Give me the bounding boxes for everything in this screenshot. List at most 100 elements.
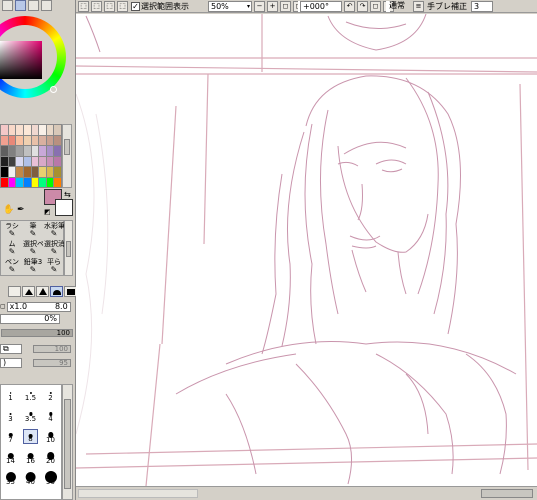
color-swatch[interactable] (54, 167, 61, 177)
color-swatch[interactable] (46, 135, 54, 145)
background-color[interactable] (55, 199, 73, 216)
color-swatch[interactable] (8, 146, 16, 156)
show-selection-toggle[interactable]: ✓ 選択範囲表示 (131, 1, 189, 12)
brush-size-preset[interactable]: 7 (3, 429, 18, 444)
color-swatch[interactable] (23, 177, 31, 187)
invert-selection-button[interactable]: ⬚ (104, 1, 115, 12)
color-swatch[interactable] (8, 125, 16, 135)
brush-size-preset[interactable]: 8 (23, 429, 38, 444)
select-all-button[interactable]: ⬚ (78, 1, 89, 12)
tool-scrollbar[interactable] (64, 220, 73, 276)
brush-size-preset[interactable]: 40 (23, 471, 38, 486)
color-swatch[interactable] (16, 146, 23, 156)
color-swatch[interactable] (46, 167, 54, 177)
brush-size-preset[interactable]: 4 (43, 408, 58, 423)
color-swatch[interactable] (1, 156, 8, 166)
color-wheel-button[interactable] (15, 0, 26, 11)
color-swatch[interactable] (8, 167, 16, 177)
color-swatch[interactable] (23, 125, 31, 135)
canvas-horizontal-scrollbar[interactable] (76, 486, 537, 500)
color-swatch[interactable] (16, 135, 23, 145)
color-swatch[interactable] (8, 135, 16, 145)
color-swatch[interactable] (54, 177, 61, 187)
color-swatch[interactable] (23, 167, 31, 177)
brush-size-preset[interactable]: 2 (43, 387, 58, 402)
brush-size-preset[interactable]: 14 (3, 450, 18, 465)
shape-hard-button[interactable] (50, 286, 63, 297)
color-swatch[interactable] (16, 125, 23, 135)
transform-button[interactable]: ⬚ (117, 1, 128, 12)
color-swatch[interactable] (23, 156, 31, 166)
tool-pencil3[interactable]: 鉛筆3 ✎ (23, 258, 43, 276)
texture-select-b[interactable]: ) (0, 357, 22, 368)
color-swatch[interactable] (39, 146, 46, 156)
rotation-field[interactable]: +000° (300, 1, 342, 12)
color-swatch[interactable] (16, 156, 23, 166)
brush-size-preset[interactable]: 1.5 (23, 387, 38, 402)
hand-icon[interactable]: ✋ (3, 206, 14, 215)
tool-flat[interactable]: 平ら ✎ (44, 258, 64, 276)
color-swatch[interactable] (39, 167, 46, 177)
size-preset-scrollbar[interactable] (62, 384, 73, 500)
color-swatch[interactable] (1, 167, 8, 177)
show-selection-checkbox[interactable]: ✓ (131, 2, 140, 11)
color-swatch[interactable] (46, 156, 54, 166)
color-swatch[interactable] (54, 125, 61, 135)
color-swatch[interactable] (46, 125, 54, 135)
brush-size-preset[interactable]: 1 (3, 387, 18, 402)
texture-slider-a[interactable]: 100 (33, 344, 71, 353)
rotate-reset-button[interactable]: ◻ (370, 1, 381, 12)
color-swatch[interactable] (31, 146, 39, 156)
saturation-value-square[interactable] (0, 41, 42, 79)
color-swatch-grid[interactable] (0, 124, 62, 188)
color-swatch[interactable] (1, 146, 8, 156)
color-swatch[interactable] (1, 177, 8, 187)
transparent-color-icon[interactable]: ◩ (44, 208, 51, 217)
color-swatch[interactable] (54, 135, 61, 145)
density-slider[interactable]: 100 (1, 328, 73, 337)
color-swatch[interactable] (16, 167, 23, 177)
shape-flat-button[interactable] (8, 286, 21, 297)
color-swatch[interactable] (1, 135, 8, 145)
color-swatch[interactable] (46, 177, 54, 187)
color-bars-button[interactable] (28, 0, 39, 11)
color-swatch[interactable] (31, 125, 39, 135)
tool-eraser[interactable]: ム ✎ (2, 240, 22, 258)
color-swatch[interactable] (8, 177, 16, 187)
color-swatch[interactable] (54, 146, 61, 156)
zoom-in-button[interactable]: + (267, 1, 278, 12)
color-swatch[interactable] (39, 177, 46, 187)
texture-select-a[interactable]: ⧉ (0, 343, 22, 354)
stabilizer-select[interactable]: 3 (471, 1, 493, 12)
color-swatch[interactable] (31, 167, 39, 177)
tool-selpen[interactable]: 選択ペン✎ (23, 240, 43, 258)
brush-size-preset[interactable]: 10 (43, 429, 58, 444)
brush-size-preset[interactable]: 16 (23, 450, 38, 465)
rotate-left-button[interactable]: ↶ (344, 1, 355, 12)
color-swatch[interactable] (39, 156, 46, 166)
mode-toggle-button[interactable]: ≡ (413, 1, 424, 12)
color-swatch[interactable] (8, 156, 16, 166)
scroll-thumb[interactable] (481, 489, 533, 498)
color-swatch[interactable] (54, 156, 61, 166)
zoom-select[interactable]: 50% ▾ (208, 1, 252, 12)
color-swatch[interactable] (31, 156, 39, 166)
color-swatch[interactable] (23, 146, 31, 156)
color-swatch[interactable] (1, 125, 8, 135)
tool-watercolor[interactable]: 水彩筆 ✎ (44, 222, 64, 240)
color-swatch[interactable] (31, 135, 39, 145)
brush-size-preset[interactable]: 20 (43, 450, 58, 465)
tool-pen[interactable]: 筆 ✎ (23, 222, 43, 240)
color-swatch[interactable] (16, 177, 23, 187)
deselect-button[interactable]: ⬚ (91, 1, 102, 12)
zoom-out-button[interactable]: − (254, 1, 265, 12)
color-swatch[interactable] (46, 146, 54, 156)
color-swatch[interactable] (23, 135, 31, 145)
drawing-canvas[interactable] (76, 14, 537, 486)
shape-soft-button[interactable] (22, 286, 35, 297)
zoom-reset-button[interactable]: ◻ (280, 1, 291, 12)
brush-size-preset[interactable]: 3 (3, 408, 18, 423)
brush-size-field[interactable]: x1.0 8.0 (6, 301, 71, 312)
tool-brush[interactable]: ラシ ✎ (2, 222, 22, 240)
brush-size-preset[interactable]: 35 (3, 471, 18, 486)
